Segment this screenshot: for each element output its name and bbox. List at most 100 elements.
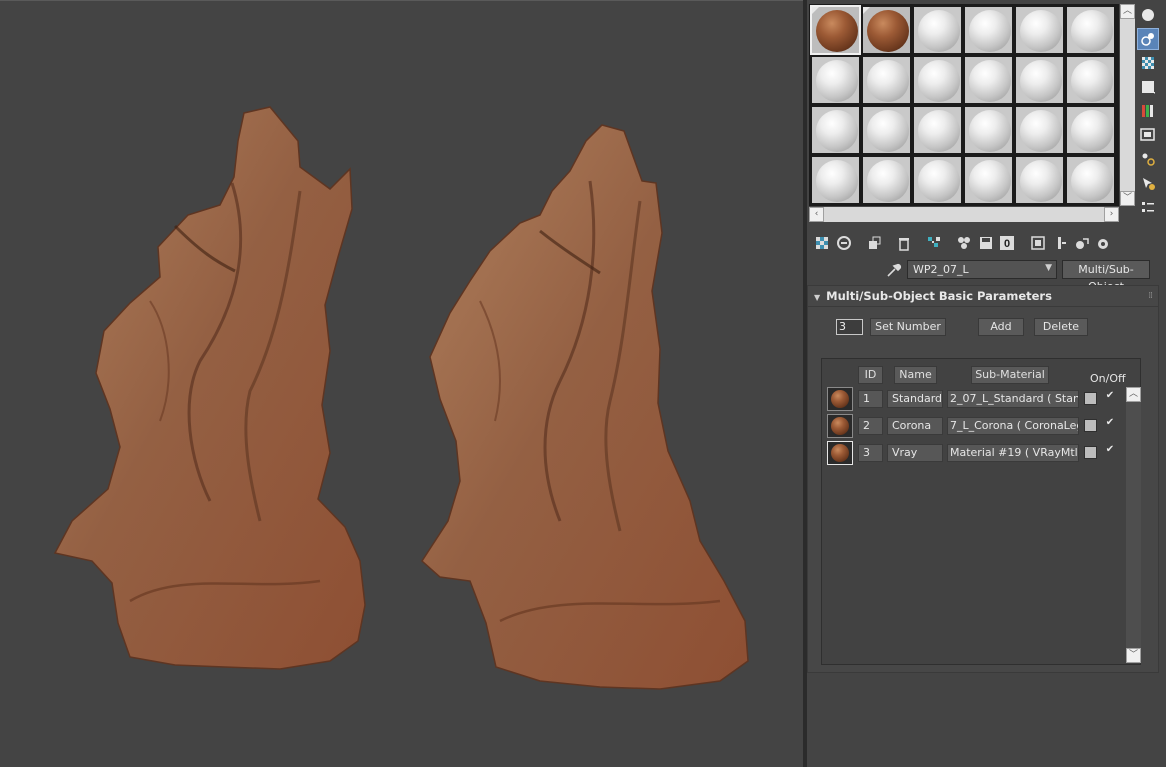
sample-slot[interactable]	[1014, 55, 1065, 105]
sample-slot[interactable]	[1014, 155, 1065, 205]
material-type-button[interactable]: Multi/Sub-Object	[1062, 260, 1150, 293]
collapse-triangle-icon[interactable]: ▼	[814, 293, 820, 302]
options-icon[interactable]	[1137, 148, 1159, 170]
sample-slot[interactable]	[912, 105, 963, 155]
sample-slots-horizontal-scrollbar[interactable]: ‹ ›	[809, 207, 1119, 222]
material-sphere-icon	[816, 60, 858, 102]
sample-slot[interactable]	[1065, 55, 1116, 105]
sub-material-id-field[interactable]: 3	[858, 444, 883, 462]
sample-slot[interactable]	[963, 55, 1014, 105]
sample-slot[interactable]	[912, 5, 963, 55]
sample-slot[interactable]	[912, 55, 963, 105]
material-name-field[interactable]: WP2_07_L ▼	[907, 260, 1057, 279]
toolbar-separator	[858, 235, 860, 251]
sub-material-color-swatch[interactable]	[1084, 419, 1097, 432]
delete-button[interactable]: Delete	[1034, 318, 1088, 336]
show-shaded-material-icon[interactable]	[1027, 233, 1049, 253]
sub-material-thumbnail[interactable]	[827, 414, 853, 438]
make-unique-icon[interactable]	[923, 233, 945, 253]
add-button[interactable]: Add	[978, 318, 1024, 336]
assign-to-selection-icon[interactable]	[863, 233, 885, 253]
sub-material-list-scrollbar[interactable]: ︿ ﹀	[1126, 387, 1141, 663]
sample-slot[interactable]	[810, 105, 861, 155]
save-to-library-icon[interactable]	[975, 233, 997, 253]
sample-slot[interactable]	[1065, 105, 1116, 155]
sample-slot[interactable]	[1065, 155, 1116, 205]
sample-slots-vertical-scrollbar[interactable]: ︿ ﹀	[1120, 4, 1135, 206]
reset-map-icon[interactable]	[893, 233, 915, 253]
scroll-down-button[interactable]: ﹀	[1120, 191, 1135, 206]
backlight-icon[interactable]	[1137, 28, 1159, 50]
sub-material-count-input[interactable]: 3	[836, 319, 863, 335]
sample-slot[interactable]	[963, 5, 1014, 55]
sample-slot[interactable]	[963, 105, 1014, 155]
put-to-library-icon[interactable]	[953, 233, 975, 253]
sample-slot[interactable]	[1014, 105, 1065, 155]
sub-material-button[interactable]: 2_07_L_Standard ( Standa	[947, 390, 1079, 408]
sample-slot[interactable]	[861, 105, 912, 155]
sample-slot[interactable]	[1065, 5, 1116, 55]
sub-material-color-swatch[interactable]	[1084, 392, 1097, 405]
go-to-parent-icon[interactable]	[1071, 233, 1093, 253]
sub-material-enabled-checkbox[interactable]: ✔	[1104, 444, 1116, 456]
sub-material-thumbnail[interactable]	[827, 387, 853, 411]
sub-material-name-field[interactable]: Standard	[887, 390, 943, 408]
make-preview-icon[interactable]	[1137, 124, 1159, 146]
rollout-header[interactable]: ▼ Multi/Sub-Object Basic Parameters	[808, 286, 1158, 307]
set-number-button[interactable]: Set Number	[870, 318, 946, 336]
show-end-result-icon[interactable]	[1049, 233, 1071, 253]
sub-material-row: 1Standard2_07_L_Standard ( Standa ✔	[825, 387, 1125, 413]
sub-material-thumbnail[interactable]	[827, 441, 853, 465]
background-icon[interactable]	[1137, 52, 1159, 74]
sub-material-list: ID Name Sub-Material On/Off 1 Standard 2_0…	[821, 358, 1141, 665]
rollout-grip-icon[interactable]: ⁞⁞	[1148, 291, 1153, 301]
sample-slot[interactable]	[861, 155, 912, 205]
sub-material-id-field[interactable]: 2	[858, 417, 883, 435]
scroll-up-button[interactable]: ︿	[1120, 4, 1135, 19]
right-rock-model[interactable]	[421, 124, 749, 690]
sample-uv-icon[interactable]	[1137, 76, 1159, 98]
sample-slot[interactable]	[810, 55, 861, 105]
sample-slot[interactable]	[810, 5, 861, 55]
scroll-right-button[interactable]: ›	[1104, 207, 1119, 222]
sub-material-color-swatch[interactable]	[1084, 446, 1097, 459]
material-sphere-icon	[831, 417, 849, 435]
put-to-scene-icon[interactable]	[833, 233, 855, 253]
select-by-material-icon[interactable]	[1137, 172, 1159, 194]
sub-material-button[interactable]: 7_L_Corona ( CoronaLega	[947, 417, 1079, 435]
multi-sub-object-rollout: ▼ Multi/Sub-Object Basic Parameters ⁞⁞ 3 …	[807, 285, 1159, 673]
scroll-left-button[interactable]: ‹	[809, 207, 824, 222]
sample-slot[interactable]	[912, 155, 963, 205]
material-sphere-icon	[1071, 110, 1113, 152]
sample-slot[interactable]	[861, 55, 912, 105]
scroll-down-button[interactable]: ﹀	[1126, 648, 1141, 663]
pick-material-eyedropper-icon[interactable]	[885, 262, 903, 278]
get-material-icon[interactable]	[811, 233, 833, 253]
material-sphere-icon	[816, 160, 858, 202]
sub-material-name-field[interactable]: Corona	[887, 417, 943, 435]
material-sphere-icon	[831, 390, 849, 408]
sample-slot[interactable]	[810, 155, 861, 205]
left-rock-model[interactable]	[53, 106, 366, 670]
name-column-header[interactable]: Name	[894, 366, 937, 384]
sub-material-id-field[interactable]: 1	[858, 390, 883, 408]
material-id-navigator-icon[interactable]	[1137, 196, 1159, 218]
sub-material-name-field[interactable]: Vray	[887, 444, 943, 462]
material-sphere-icon	[969, 10, 1011, 52]
sub-material-enabled-checkbox[interactable]: ✔	[1104, 417, 1116, 429]
sub-material-enabled-checkbox[interactable]: ✔	[1104, 390, 1116, 402]
sample-type-icon[interactable]	[1137, 4, 1159, 26]
go-forward-to-sibling-icon[interactable]	[1093, 233, 1115, 253]
sample-slot[interactable]	[1014, 5, 1065, 55]
id-column-header[interactable]: ID	[858, 366, 883, 384]
chevron-down-icon[interactable]: ▼	[1045, 263, 1052, 273]
hot-material-corner-icon	[863, 7, 870, 14]
video-color-check-icon[interactable]	[1137, 100, 1159, 122]
scroll-up-button[interactable]: ︿	[1126, 387, 1141, 402]
sample-slot[interactable]	[963, 155, 1014, 205]
sub-material-button[interactable]: Material #19 ( VRayMtl )	[947, 444, 1079, 462]
viewport[interactable]	[0, 0, 803, 767]
sample-slot[interactable]	[861, 5, 912, 55]
material-id-channel-icon[interactable]: 0	[997, 233, 1019, 253]
sub-material-column-header[interactable]: Sub-Material	[971, 366, 1049, 384]
